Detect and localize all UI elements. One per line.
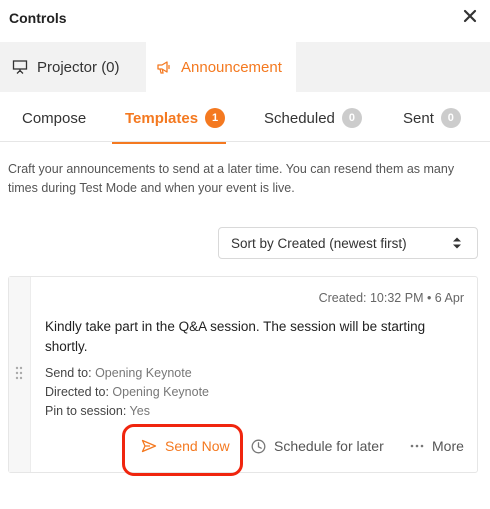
send-now-label: Send Now (165, 438, 230, 454)
schedule-for-later-label: Schedule for later (274, 438, 384, 454)
pin-to-session-label: Pin to session: (45, 404, 127, 418)
sort-select[interactable]: Sort by Created (newest first) (218, 227, 478, 259)
sub-tabs: Compose Templates 1 Scheduled 0 Sent 0 (0, 96, 490, 142)
templates-description: Craft your announcements to send at a la… (8, 162, 455, 195)
directed-to-label: Directed to: (45, 385, 109, 399)
sort-selected-value: Sort by Created (newest first) (231, 235, 407, 251)
close-icon[interactable] (463, 9, 477, 23)
active-tab-underline (112, 142, 226, 144)
send-to-row: Send to: Opening Keynote (45, 366, 192, 380)
subtab-compose[interactable]: Compose (22, 96, 86, 140)
templates-count-badge: 1 (205, 108, 226, 128)
panel-header: Controls (0, 0, 490, 40)
subtab-scheduled[interactable]: Scheduled 0 (264, 96, 362, 140)
directed-to-value: Opening Keynote (112, 385, 210, 399)
template-card: Created: 10:32 PM • 6 Apr Kindly take pa… (8, 276, 479, 476)
sent-count-badge: 0 (440, 108, 461, 128)
projector-icon (12, 60, 28, 74)
subtab-templates[interactable]: Templates 1 (125, 96, 226, 140)
tab-projector-label: Projector (0) (37, 58, 120, 76)
drag-handle-icon (15, 366, 23, 380)
send-to-value: Opening Keynote (95, 366, 192, 380)
subtab-scheduled-label: Scheduled (264, 109, 335, 127)
more-label: More (432, 438, 464, 454)
send-now-button[interactable]: Send Now (141, 438, 230, 454)
clock-icon (251, 439, 266, 453)
more-dots-icon (410, 444, 424, 448)
main-tabs: Projector (0) Announcement (0, 42, 490, 92)
megaphone-icon (157, 61, 170, 74)
panel-title: Controls (9, 10, 67, 26)
send-icon (141, 439, 157, 453)
created-timestamp: Created: 10:32 PM • 6 Apr (318, 291, 464, 305)
more-button[interactable]: More (410, 438, 464, 454)
schedule-for-later-button[interactable]: Schedule for later (251, 438, 384, 454)
sort-arrows-icon (453, 237, 461, 249)
scheduled-count-badge: 0 (341, 108, 362, 128)
directed-to-row: Directed to: Opening Keynote (45, 385, 209, 399)
subtab-sent-label: Sent (403, 109, 434, 127)
send-to-label: Send to: (45, 366, 92, 380)
subtab-sent[interactable]: Sent 0 (403, 96, 461, 140)
card-actions: Send Now Schedule for later More (9, 424, 479, 476)
tab-announcement-label: Announcement (181, 58, 282, 76)
announcement-message: Kindly take part in the Q&A session. The… (45, 319, 426, 354)
pin-to-session-row: Pin to session: Yes (45, 404, 150, 418)
subtab-compose-label: Compose (22, 109, 87, 127)
subtab-templates-label: Templates (125, 109, 199, 127)
tab-announcement[interactable]: Announcement (146, 42, 296, 92)
pin-to-session-value: Yes (129, 404, 150, 418)
tab-projector[interactable]: Projector (0) (12, 42, 120, 92)
